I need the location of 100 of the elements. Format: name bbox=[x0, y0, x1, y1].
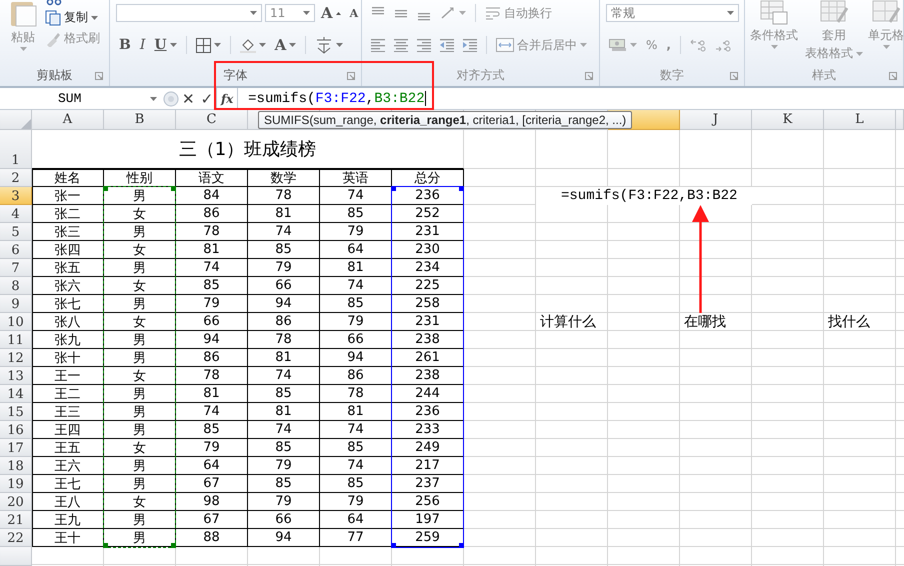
caret-icon bbox=[727, 11, 734, 15]
table-cell: 79 bbox=[248, 259, 320, 277]
font-size-field[interactable]: 11 bbox=[265, 4, 315, 22]
row-header[interactable]: 17 bbox=[0, 439, 32, 457]
column-title: 总分 bbox=[392, 169, 464, 187]
row-header[interactable]: 3 bbox=[0, 187, 32, 205]
underline-button[interactable]: U bbox=[151, 36, 180, 54]
cell-editor[interactable]: =sumifs(F3:F22,B3:B22 bbox=[536, 187, 752, 205]
divider-knob-icon bbox=[163, 90, 179, 106]
table-cell: 王五 bbox=[32, 439, 104, 457]
decrease-decimal-icon bbox=[714, 38, 731, 52]
table-cell: 86 bbox=[248, 313, 320, 331]
wrap-text-icon bbox=[485, 6, 501, 20]
increase-indent-button[interactable] bbox=[460, 37, 480, 53]
column-header[interactable]: L bbox=[824, 110, 896, 130]
copy-button[interactable]: 复制 bbox=[42, 8, 103, 27]
bold-button[interactable]: B bbox=[116, 36, 134, 54]
align-top-icon bbox=[371, 6, 385, 14]
row-header[interactable]: 13 bbox=[0, 367, 32, 385]
brush-icon bbox=[45, 30, 61, 46]
caret-icon bbox=[170, 43, 177, 47]
group-label: 字体 bbox=[224, 66, 248, 84]
table-cell: 64 bbox=[320, 511, 392, 529]
group-label: 数字 bbox=[660, 66, 684, 84]
cancel-button[interactable]: ✕ bbox=[179, 89, 198, 108]
table-cell: 66 bbox=[176, 313, 248, 331]
increase-indent-icon bbox=[463, 38, 477, 52]
grow-font-button[interactable]: A bbox=[318, 3, 344, 23]
font-name-field[interactable] bbox=[116, 4, 262, 22]
table-cell: 81 bbox=[248, 403, 320, 421]
table-cell: 78 bbox=[248, 187, 320, 205]
row-header[interactable]: 8 bbox=[0, 277, 32, 295]
formula-input[interactable]: =sumifs(F3:F22,B3:B22 bbox=[238, 89, 904, 108]
row-header[interactable]: 15 bbox=[0, 403, 32, 421]
row-header[interactable] bbox=[0, 547, 32, 566]
table-cell: 74 bbox=[176, 403, 248, 421]
table-cell: 74 bbox=[320, 421, 392, 439]
table-cell: 85 bbox=[320, 295, 392, 313]
diagonal-text-icon bbox=[440, 6, 456, 20]
table-cell: 67 bbox=[176, 475, 248, 493]
row-header[interactable]: 20 bbox=[0, 493, 32, 511]
align-left-icon bbox=[371, 38, 385, 52]
row-header[interactable]: 19 bbox=[0, 475, 32, 493]
table-cell: 王八 bbox=[32, 493, 104, 511]
table-cell: 79 bbox=[176, 295, 248, 313]
align-center-button[interactable] bbox=[391, 37, 411, 53]
table-cell: 王一 bbox=[32, 367, 104, 385]
select-all-button[interactable] bbox=[0, 110, 32, 130]
column-header[interactable]: K bbox=[752, 110, 824, 130]
row-header[interactable]: 21 bbox=[0, 511, 32, 529]
table-cell: 74 bbox=[320, 277, 392, 295]
table-cell: 张四 bbox=[32, 241, 104, 259]
column-title: 姓名 bbox=[32, 169, 104, 187]
caret-icon bbox=[336, 43, 344, 47]
row-header[interactable]: 2 bbox=[0, 169, 32, 187]
row-header[interactable]: 7 bbox=[0, 259, 32, 277]
scissors-icon bbox=[46, 0, 62, 6]
italic-button[interactable]: I bbox=[136, 36, 148, 54]
table-cell: 86 bbox=[320, 367, 392, 385]
row-header[interactable]: 14 bbox=[0, 385, 32, 403]
column-header[interactable]: J bbox=[680, 110, 752, 130]
row-header[interactable]: 1 bbox=[0, 130, 32, 169]
row-header[interactable]: 9 bbox=[0, 295, 32, 313]
caret-icon bbox=[214, 43, 221, 47]
group-label: 剪贴板 bbox=[36, 66, 72, 84]
shrink-font-button[interactable]: A bbox=[346, 6, 361, 20]
row-header[interactable]: 22 bbox=[0, 529, 32, 547]
column-header[interactable]: B bbox=[104, 110, 176, 130]
decrease-indent-button[interactable] bbox=[437, 37, 457, 53]
table-cell: 79 bbox=[248, 457, 320, 475]
row-header[interactable]: 5 bbox=[0, 223, 32, 241]
align-right-icon bbox=[417, 38, 431, 52]
dialog-launcher-icon bbox=[347, 72, 355, 80]
align-right-button[interactable] bbox=[414, 37, 434, 53]
row-header[interactable]: 11 bbox=[0, 331, 32, 349]
currency-button[interactable] bbox=[606, 37, 640, 53]
align-bottom-icon bbox=[417, 12, 431, 20]
enter-button[interactable]: ✓ bbox=[198, 89, 216, 108]
table-cell: 74 bbox=[248, 223, 320, 241]
name-box[interactable]: SUM bbox=[0, 89, 150, 108]
group-label: 对齐方式 bbox=[456, 66, 504, 84]
table-cell: 81 bbox=[248, 349, 320, 367]
font-color-button[interactable]: A bbox=[272, 35, 300, 55]
table-cell: 张十 bbox=[32, 349, 104, 367]
column-header[interactable]: C bbox=[176, 110, 248, 130]
row-header[interactable]: 16 bbox=[0, 421, 32, 439]
caret-icon bbox=[580, 43, 587, 47]
row-header[interactable]: 12 bbox=[0, 349, 32, 367]
align-left-button[interactable] bbox=[368, 37, 388, 53]
column-header[interactable]: A bbox=[32, 110, 104, 130]
row-header[interactable]: 6 bbox=[0, 241, 32, 259]
row-header[interactable]: 4 bbox=[0, 205, 32, 223]
table-cell: 81 bbox=[320, 259, 392, 277]
insert-function-button[interactable]: fx bbox=[216, 88, 238, 109]
align-middle-icon bbox=[394, 8, 408, 18]
table-cell: 74 bbox=[176, 259, 248, 277]
table-cell: 79 bbox=[320, 313, 392, 331]
row-header[interactable]: 18 bbox=[0, 457, 32, 475]
table-cell: 86 bbox=[176, 349, 248, 367]
row-header[interactable]: 10 bbox=[0, 313, 32, 331]
